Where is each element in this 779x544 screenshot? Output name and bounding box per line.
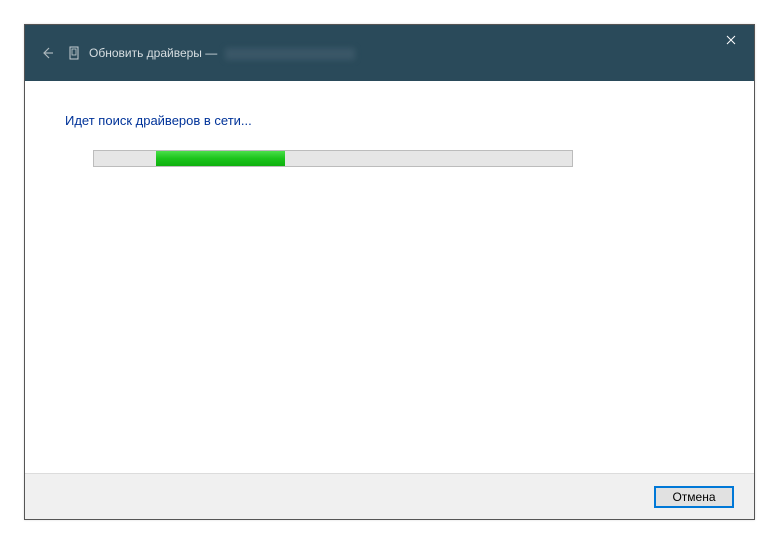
- device-icon: [67, 46, 81, 60]
- cancel-button[interactable]: Отмена: [654, 486, 734, 508]
- window-title: Обновить драйверы —: [89, 46, 355, 60]
- progress-bar: [93, 150, 573, 167]
- device-name-blurred: [225, 48, 355, 60]
- content-area: Идет поиск драйверов в сети...: [25, 81, 754, 473]
- close-button[interactable]: [708, 25, 754, 55]
- driver-update-dialog: Обновить драйверы — Идет поиск драйверов…: [24, 24, 755, 520]
- back-arrow-icon[interactable]: [37, 43, 57, 63]
- progress-fill: [156, 151, 285, 166]
- status-text: Идет поиск драйверов в сети...: [65, 113, 714, 128]
- titlebar: Обновить драйверы —: [25, 25, 754, 81]
- title-prefix: Обновить драйверы —: [89, 46, 217, 60]
- footer: Отмена: [25, 473, 754, 519]
